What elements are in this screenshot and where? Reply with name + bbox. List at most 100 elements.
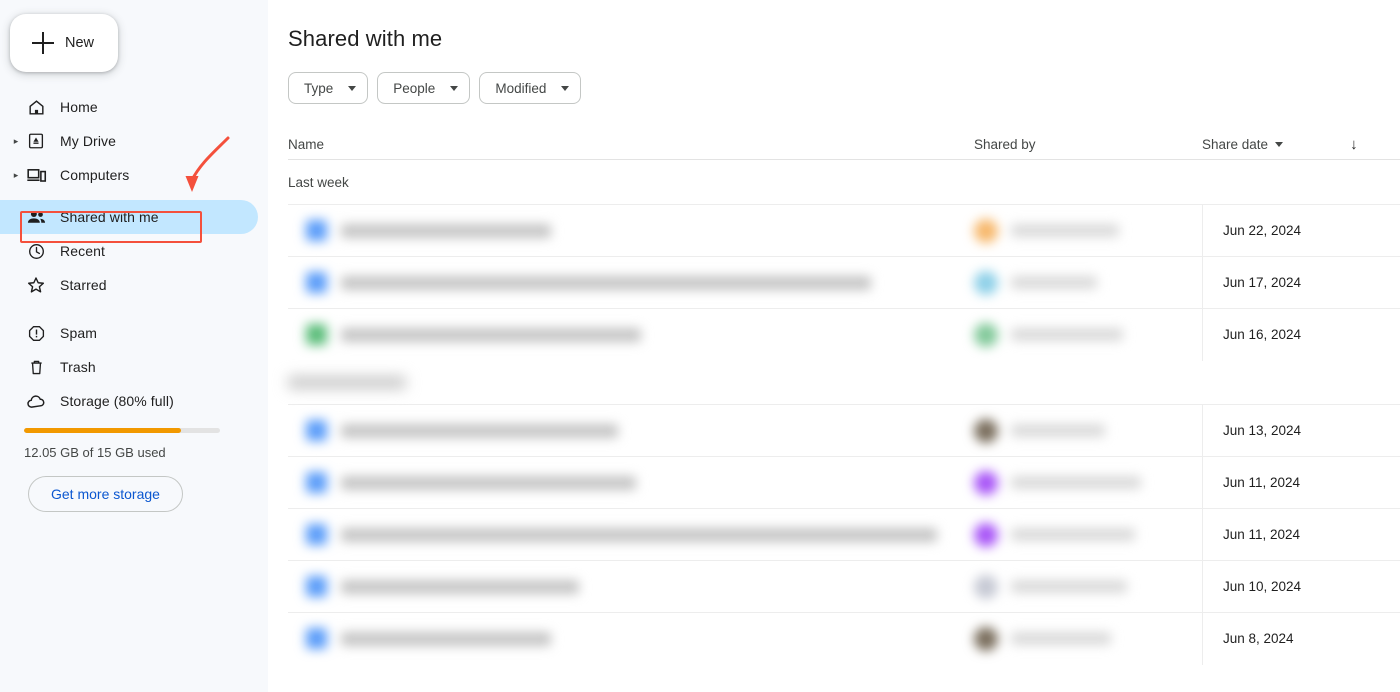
sidebar-item-trash[interactable]: ▸ Trash [0,350,258,384]
column-header-shared-by[interactable]: Shared by [974,137,1202,152]
filter-chip-modified[interactable]: Modified [479,72,582,104]
cell-file-name[interactable] [288,628,974,649]
page-title: Shared with me [288,26,443,51]
cell-shared-by [974,418,1202,443]
chevron-right-icon[interactable]: ▸ [8,170,24,180]
sidebar-item-label: Spam [60,325,97,341]
redacted-owner-name [1011,528,1135,541]
column-header-share-date-label: Share date [1202,137,1269,152]
clock-icon [24,239,48,263]
file-type-icon [306,324,327,345]
sidebar-item-shared-with-me[interactable]: ▸ Shared with me [0,200,258,234]
column-header-share-date: Share date ↓ [1202,136,1400,153]
sidebar-item-storage[interactable]: ▸ Storage (80% full) [0,384,258,418]
get-more-storage-button[interactable]: Get more storage [28,476,183,512]
redacted-file-name [341,223,551,238]
cloud-icon [24,389,48,413]
redacted-file-name [341,631,551,646]
redacted-file-name [341,327,641,342]
cell-share-date: Jun 16, 2024 [1202,308,1400,361]
chevron-right-icon[interactable]: ▸ [8,136,24,146]
sidebar-item-computers[interactable]: ▸ Computers [0,158,258,192]
file-type-icon [306,220,327,241]
avatar [974,522,998,547]
cell-share-date: Jun 17, 2024 [1202,256,1400,309]
sidebar-item-spam[interactable]: ▸ Spam [0,316,258,350]
google-drive-window: New ▸ Home ▸ My Drive ▸ [0,0,1400,692]
computer-icon [24,163,48,187]
sidebar-item-label: Computers [60,167,130,183]
file-type-icon [306,420,327,441]
redacted-file-name [341,475,636,490]
sidebar-item-home[interactable]: ▸ Home [0,90,258,124]
redacted-owner-name [1011,476,1141,489]
filter-chip-label: People [393,80,436,96]
avatar [974,574,998,599]
redacted-owner-name [1011,224,1119,237]
file-type-icon [306,576,327,597]
redacted-file-name [341,527,937,542]
cell-share-date: Jun 13, 2024 [1202,404,1400,457]
table-row[interactable]: Jun 11, 2024 [288,456,1400,509]
table-row[interactable]: Jun 16, 2024 [288,308,1400,361]
table-group-header [288,360,1400,404]
storage-usage-text: 12.05 GB of 15 GB used [24,445,166,460]
sidebar-item-label: Starred [60,277,107,293]
sidebar-item-label: Storage (80% full) [60,393,174,409]
file-type-icon [306,272,327,293]
cell-file-name[interactable] [288,324,974,345]
sidebar-item-my-drive[interactable]: ▸ My Drive [0,124,258,158]
trash-icon [24,355,48,379]
table-header-row: Name Shared by Share date ↓ [288,130,1400,160]
cell-file-name[interactable] [288,524,974,545]
home-icon [24,95,48,119]
cell-share-date: Jun 10, 2024 [1202,560,1400,613]
storage-progress-fill [24,428,181,433]
cell-share-date: Jun 8, 2024 [1202,612,1400,665]
new-button[interactable]: New [10,14,118,72]
table-row[interactable]: Jun 10, 2024 [288,560,1400,613]
sidebar-item-label: My Drive [60,133,117,149]
table-group-header: Last week [288,174,349,190]
filter-chip-label: Type [304,80,334,96]
share-date-sort-button[interactable]: Share date [1202,137,1284,152]
spam-icon [24,321,48,345]
sidebar-item-starred[interactable]: ▸ Starred [0,268,258,302]
cell-file-name[interactable] [288,420,974,441]
table-row[interactable]: Jun 11, 2024 [288,508,1400,561]
filter-chip-people[interactable]: People [377,72,471,104]
redacted-file-name [341,579,579,594]
sidebar-item-recent[interactable]: ▸ Recent [0,234,258,268]
redacted-owner-name [1011,424,1105,437]
file-table: Name Shared by Share date ↓ Last week Jun… [288,130,1400,665]
filter-chip-bar: Type People Modified [288,72,1400,104]
avatar [974,470,998,495]
chevron-down-icon [348,85,357,91]
sidebar-item-label: Recent [60,243,105,259]
table-row[interactable]: Jun 13, 2024 [288,404,1400,457]
cell-file-name[interactable] [288,472,974,493]
drive-icon [24,129,48,153]
cell-shared-by [974,574,1202,599]
cell-shared-by [974,218,1202,243]
new-button-label: New [65,35,95,51]
cell-shared-by [974,522,1202,547]
sidebar-nav: ▸ Home ▸ My Drive ▸ [0,90,268,512]
cell-file-name[interactable] [288,272,974,293]
chevron-down-icon [450,85,459,91]
file-type-icon [306,628,327,649]
filter-chip-type[interactable]: Type [288,72,369,104]
table-row[interactable]: Jun 17, 2024 [288,256,1400,309]
star-icon [24,273,48,297]
redacted-owner-name [1011,276,1097,289]
table-row[interactable]: Jun 8, 2024 [288,612,1400,665]
chevron-down-icon [1275,142,1284,147]
cell-file-name[interactable] [288,220,974,241]
cell-file-name[interactable] [288,576,974,597]
sort-direction-arrow-down-icon[interactable]: ↓ [1350,136,1358,153]
redacted-text [288,375,406,389]
avatar [974,218,998,243]
table-row[interactable]: Jun 22, 2024 [288,204,1400,257]
column-header-name[interactable]: Name [288,137,974,152]
file-type-icon [306,472,327,493]
